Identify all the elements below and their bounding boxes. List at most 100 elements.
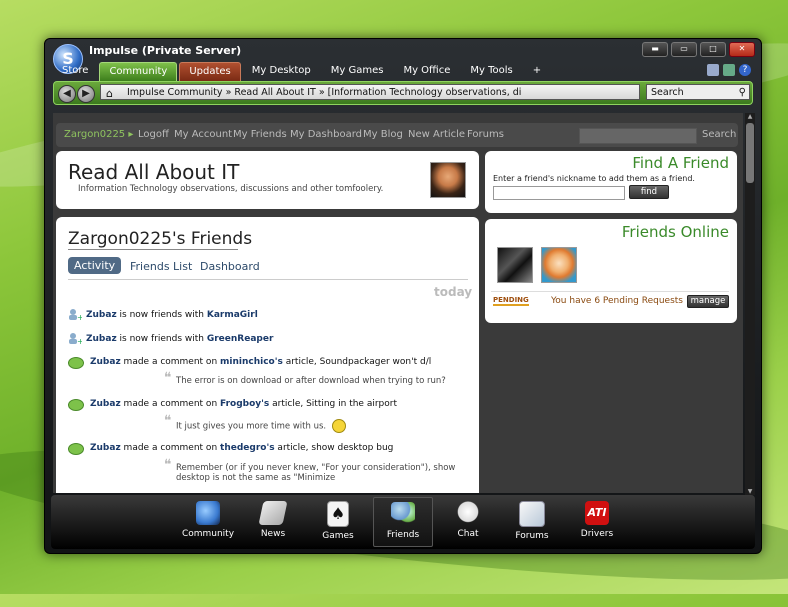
dock-label: Chat (457, 529, 479, 539)
dock-label: Drivers (580, 529, 614, 539)
activity-text: made a comment on (120, 357, 221, 367)
tab-my-desktop[interactable]: My Desktop (243, 62, 320, 80)
home-icon[interactable]: ⌂ (106, 86, 113, 99)
network-icon[interactable] (723, 64, 735, 76)
activity-text: is now friends with (116, 334, 207, 344)
activity-user[interactable]: Zubaz (90, 399, 121, 409)
activity-article[interactable]: article, Sitting in the airport (269, 399, 397, 409)
scrollbar-thumb[interactable] (746, 123, 754, 183)
search-icon[interactable]: ⚲ (739, 85, 746, 101)
tab-my-tools[interactable]: My Tools (461, 62, 521, 80)
pending-requests-link[interactable]: You have 6 Pending Requests (551, 296, 683, 306)
tab-community[interactable]: Community (99, 62, 178, 81)
comment-icon (68, 399, 84, 411)
friend-avatar[interactable] (541, 247, 577, 283)
activity-text: made a comment on (120, 443, 221, 453)
site-search-input[interactable] (579, 128, 697, 144)
smiley-icon (332, 419, 347, 433)
maximize-button[interactable]: □ (700, 42, 726, 57)
activity-user[interactable]: Zubaz (90, 443, 121, 453)
manage-button[interactable]: manage (687, 295, 729, 308)
display-icon[interactable] (707, 64, 719, 76)
blogger-avatar[interactable] (430, 162, 466, 198)
activity-item: Zubaz made a comment on Frogboy's articl… (90, 399, 397, 409)
friend-avatar[interactable] (497, 247, 533, 283)
find-friend-title: Find A Friend (632, 154, 729, 172)
activity-user[interactable]: Zubaz (90, 357, 121, 367)
dock-label: Forums (515, 531, 549, 541)
title-underline (68, 249, 238, 250)
activity-text: is now friends with (116, 310, 207, 320)
search-input[interactable]: Search ⚲ (646, 84, 750, 100)
activity-target[interactable]: thedegro's (220, 443, 275, 453)
site-search-button[interactable]: Search (702, 129, 736, 140)
back-button[interactable]: ◀ (58, 85, 76, 103)
activity-user[interactable]: Zubaz (86, 310, 117, 320)
minimize-button[interactable]: ▬ (642, 42, 668, 57)
window-title: Impulse (Private Server) (89, 44, 242, 57)
pending-badge: PENDING (493, 296, 529, 306)
dock-label: Games (322, 531, 354, 541)
dock-label: Community (181, 529, 235, 539)
add-tab-button[interactable]: + (524, 62, 550, 80)
activity-quote: Remember (or if you never knew, "For you… (176, 463, 456, 483)
nav-my-dashboard[interactable]: My Dashboard (290, 129, 362, 140)
nav-logoff[interactable]: Logoff (138, 129, 169, 140)
tab-activity[interactable]: Activity (68, 257, 122, 274)
dock-community[interactable]: Community (179, 497, 237, 545)
nav-forums[interactable]: Forums (467, 129, 504, 140)
nav-my-blog[interactable]: My Blog (363, 129, 403, 140)
activity-target[interactable]: Frogboy's (220, 399, 269, 409)
address-bar[interactable]: ⌂ Impulse Community » Read All About IT … (100, 84, 640, 100)
page-content: Zargon0225 ▸ Logoff My Account My Friend… (53, 113, 743, 493)
scroll-down-arrow[interactable]: ▼ (745, 488, 755, 495)
top-tabs: Store Community Updates My Desktop My Ga… (53, 62, 552, 81)
tab-friends-list[interactable]: Friends List (130, 260, 192, 273)
activity-item: Zubaz made a comment on mininchico's art… (90, 357, 431, 367)
navigation-bar: ◀ ▶ ⌂ Impulse Community » Read All About… (53, 81, 753, 105)
search-placeholder: Search (651, 87, 684, 98)
activity-target[interactable]: GreenReaper (207, 334, 274, 344)
activity-item: Zubaz made a comment on thedegro's artic… (90, 443, 393, 453)
globe-icon (196, 501, 220, 525)
activity-target[interactable]: KarmaGirl (207, 310, 258, 320)
tab-store[interactable]: Store (53, 62, 97, 80)
dock-friends[interactable]: Friends (373, 497, 433, 547)
dock-chat[interactable]: Chat (439, 497, 497, 545)
help-icon[interactable]: ? (739, 64, 751, 76)
tab-dashboard[interactable]: Dashboard (200, 260, 260, 273)
dock-forums[interactable]: Forums (503, 497, 561, 545)
dock-games[interactable]: ♠ Games (309, 497, 367, 545)
activity-target[interactable]: mininchico's (220, 357, 283, 367)
username-link[interactable]: Zargon0225 ▸ (64, 129, 133, 140)
scroll-up-arrow[interactable]: ▲ (745, 113, 755, 120)
dock-news[interactable]: News (244, 497, 302, 545)
newspaper-icon (258, 501, 288, 525)
activity-quote: The error is on download or after downlo… (176, 376, 446, 386)
dock-drivers[interactable]: ATI Drivers (568, 497, 626, 545)
nav-my-friends[interactable]: My Friends (233, 129, 287, 140)
tab-my-office[interactable]: My Office (394, 62, 459, 80)
find-button[interactable]: find (629, 185, 669, 199)
dock-label: Friends (386, 530, 420, 540)
friend-nickname-input[interactable] (493, 186, 625, 200)
tab-my-games[interactable]: My Games (322, 62, 393, 80)
forward-button[interactable]: ▶ (77, 85, 95, 103)
chat-bubble-icon (456, 501, 480, 525)
tab-updates[interactable]: Updates (179, 62, 241, 81)
activity-article[interactable]: article, Soundpackager won't d/l (283, 357, 432, 367)
blog-subtitle: Information Technology observations, dis… (78, 184, 384, 194)
shrink-button[interactable]: ▭ (671, 42, 697, 57)
close-button[interactable]: ✕ (729, 42, 755, 57)
quote-icon: ❝ (164, 413, 172, 429)
quote-icon: ❝ (164, 370, 172, 386)
page-scrollbar[interactable]: ▲ ▼ (745, 113, 755, 495)
today-label: today (434, 285, 473, 299)
activity-article[interactable]: article, show desktop bug (275, 443, 393, 453)
svg-text:+: + (77, 313, 82, 321)
nav-my-account[interactable]: My Account (174, 129, 232, 140)
nav-new-article[interactable]: New Article (408, 129, 465, 140)
tabs-divider (68, 279, 468, 280)
friends-online-title: Friends Online (621, 223, 729, 241)
activity-user[interactable]: Zubaz (86, 334, 117, 344)
